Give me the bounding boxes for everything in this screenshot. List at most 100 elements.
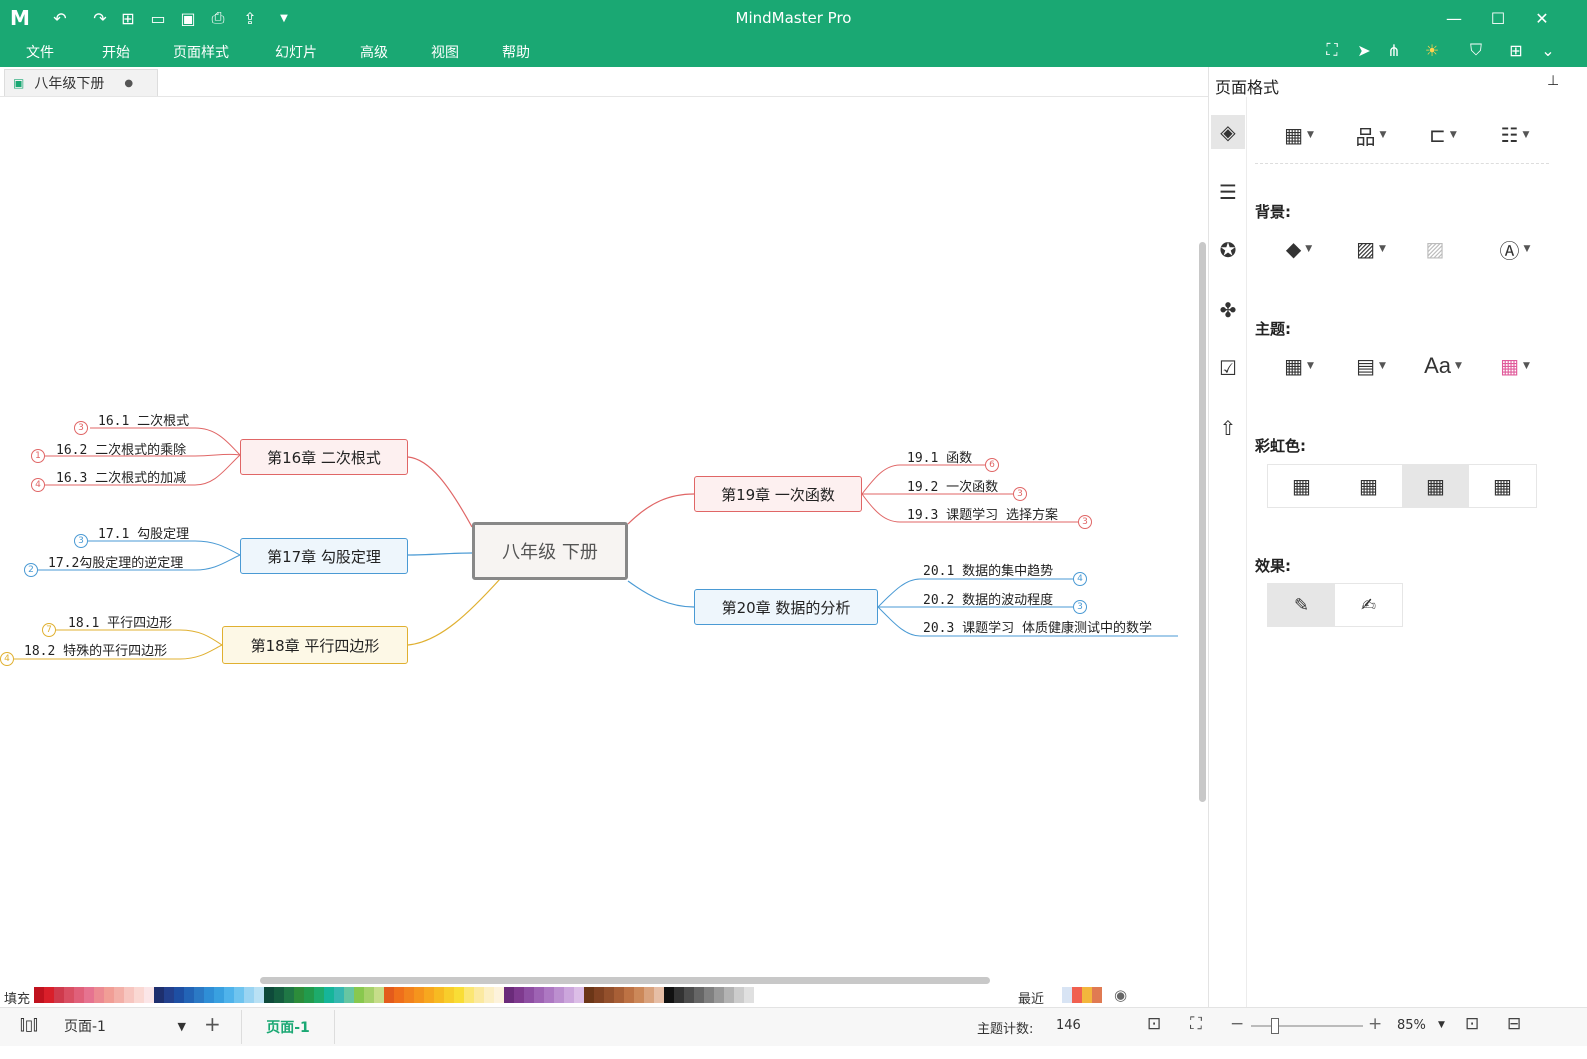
skin-icon[interactable]: ⛉ — [1464, 38, 1488, 62]
color-swatch[interactable] — [44, 987, 54, 1003]
color-swatch[interactable] — [54, 987, 64, 1003]
zoom-level[interactable]: 85% — [1397, 1018, 1426, 1033]
bg-image-button[interactable]: ▨ ▼ — [1343, 232, 1399, 266]
color-swatch[interactable] — [84, 987, 94, 1003]
pen-icon[interactable]: ✎ — [1268, 584, 1335, 626]
color-swatch[interactable] — [484, 987, 494, 1003]
color-swatch[interactable] — [574, 987, 584, 1003]
task-icon[interactable]: ☑ — [1211, 351, 1245, 385]
color-swatch[interactable] — [344, 987, 354, 1003]
branch-topic[interactable]: 第17章 勾股定理 — [240, 538, 408, 574]
color-swatch[interactable] — [444, 987, 454, 1003]
subtopic[interactable]: 20.3 课题学习 体质健康测试中的数学 — [923, 617, 1152, 636]
fullscreen-icon[interactable]: ⛶ — [1320, 38, 1344, 62]
color-swatch[interactable] — [254, 987, 264, 1003]
structure-button[interactable]: 品 ▼ — [1343, 118, 1399, 152]
subtopic[interactable]: 17.1 勾股定理 — [98, 523, 189, 542]
apps-icon[interactable]: ⊞ — [1504, 38, 1528, 62]
count-badge[interactable]: 4 — [1073, 572, 1087, 586]
rainbow-option-1[interactable]: ▦ — [1268, 465, 1335, 507]
color-swatch[interactable] — [194, 987, 204, 1003]
color-swatch[interactable] — [654, 987, 664, 1003]
zoom-in-icon[interactable]: + — [1368, 1014, 1382, 1034]
document-tab[interactable]: ▣ 八年级下册 ● — [4, 69, 158, 96]
subtopic[interactable]: 19.1 函数 — [907, 447, 972, 466]
color-swatch[interactable] — [94, 987, 104, 1003]
color-swatch[interactable] — [374, 987, 384, 1003]
color-swatch[interactable] — [434, 987, 444, 1003]
minimize-icon[interactable]: — — [1442, 6, 1466, 30]
color-swatch[interactable] — [414, 987, 424, 1003]
subtopic[interactable]: 19.2 一次函数 — [907, 476, 998, 495]
rainbow-option-3[interactable]: ▦ — [1402, 465, 1469, 507]
theme-style-button[interactable]: ▤ ▼ — [1343, 349, 1399, 383]
zoom-dropdown-icon[interactable]: ▼ — [1438, 1020, 1445, 1030]
menu-page-style[interactable]: 页面样式 — [173, 42, 229, 62]
theme-button[interactable]: ▦ ▼ — [1271, 349, 1327, 383]
fit-page-icon[interactable]: ⊡ — [1147, 1014, 1161, 1034]
share-icon[interactable]: ⋔ — [1382, 38, 1406, 62]
connector-button[interactable]: ⊏ ▼ — [1415, 118, 1471, 152]
color-swatch[interactable] — [614, 987, 624, 1003]
color-swatch[interactable] — [704, 987, 714, 1003]
color-theme-button[interactable]: ▦ ▼ — [1487, 349, 1543, 383]
count-badge[interactable]: 3 — [74, 534, 88, 548]
color-swatch[interactable] — [694, 987, 704, 1003]
zoom-slider[interactable] — [1251, 1025, 1363, 1027]
upload-icon[interactable]: ⇧ — [1211, 411, 1245, 445]
menu-slides[interactable]: 幻灯片 — [275, 42, 317, 62]
color-swatch[interactable] — [234, 987, 244, 1003]
outline-icon[interactable]: ☰ — [1211, 175, 1245, 209]
page-select[interactable]: 页面-1 ▼ — [58, 1014, 190, 1038]
branch-topic[interactable]: 第16章 二次根式 — [240, 439, 408, 475]
watermark-button[interactable]: Ⓐ ▼ — [1487, 232, 1543, 266]
palette-picker-icon[interactable]: ◉ — [1114, 986, 1127, 1004]
color-swatch[interactable] — [404, 987, 414, 1003]
collapse-ribbon-icon[interactable]: ⌄ — [1536, 38, 1560, 62]
color-swatch[interactable] — [494, 987, 504, 1003]
toggle-panel-icon[interactable]: ⊟ — [1507, 1014, 1521, 1034]
color-swatch[interactable] — [294, 987, 304, 1003]
count-badge[interactable]: 1 — [31, 449, 45, 463]
color-swatch[interactable] — [124, 987, 134, 1003]
color-swatch[interactable] — [224, 987, 234, 1003]
color-swatch[interactable] — [594, 987, 604, 1003]
color-swatch[interactable] — [724, 987, 734, 1003]
layout-button[interactable]: ▦ ▼ — [1271, 118, 1327, 152]
full-screen-icon[interactable]: ⛶ — [1190, 1014, 1202, 1034]
theme-sun-icon[interactable]: ☀ — [1420, 38, 1444, 62]
color-swatch[interactable] — [284, 987, 294, 1003]
branch-topic[interactable]: 第18章 平行四边形 — [222, 626, 408, 664]
subtopic[interactable]: 16.2 二次根式的乘除 — [56, 439, 186, 458]
zoom-out-icon[interactable]: − — [1230, 1014, 1244, 1034]
subtopic[interactable]: 20.2 数据的波动程度 — [923, 589, 1053, 608]
color-swatch[interactable] — [454, 987, 464, 1003]
color-swatch[interactable] — [714, 987, 724, 1003]
color-swatch[interactable] — [534, 987, 544, 1003]
color-swatch[interactable] — [134, 987, 144, 1003]
vertical-scroll-thumb[interactable] — [1199, 242, 1206, 802]
numbering-button[interactable]: ☷ ▼ — [1487, 118, 1543, 152]
subtopic[interactable]: 18.2 特殊的平行四边形 — [24, 640, 167, 659]
color-swatch[interactable] — [384, 987, 394, 1003]
color-swatch[interactable] — [354, 987, 364, 1003]
color-swatch[interactable] — [364, 987, 374, 1003]
vertical-scrollbar[interactable] — [1197, 97, 1208, 977]
count-badge[interactable]: 3 — [1073, 600, 1087, 614]
subtopic[interactable]: 16.1 二次根式 — [98, 410, 189, 429]
mindmap-canvas[interactable]: 八年级 下册 第16章 二次根式 16.1 二次根式 16.2 二次根式的乘除 … — [0, 97, 1197, 977]
color-swatch[interactable] — [114, 987, 124, 1003]
maximize-icon[interactable]: ☐ — [1486, 6, 1510, 30]
color-swatch[interactable] — [734, 987, 744, 1003]
count-badge[interactable]: 3 — [1078, 515, 1092, 529]
color-swatch[interactable] — [174, 987, 184, 1003]
count-badge[interactable]: 3 — [1013, 487, 1027, 501]
color-swatch[interactable] — [524, 987, 534, 1003]
color-swatch[interactable] — [634, 987, 644, 1003]
subtopic[interactable]: 19.3 课题学习 选择方案 — [907, 504, 1058, 523]
rainbow-option-4[interactable]: ▦ — [1469, 465, 1536, 507]
zoom-slider-handle[interactable] — [1271, 1018, 1279, 1034]
subtopic[interactable]: 16.3 二次根式的加减 — [56, 467, 186, 486]
color-swatch[interactable] — [184, 987, 194, 1003]
subtopic[interactable]: 18.1 平行四边形 — [68, 612, 172, 631]
